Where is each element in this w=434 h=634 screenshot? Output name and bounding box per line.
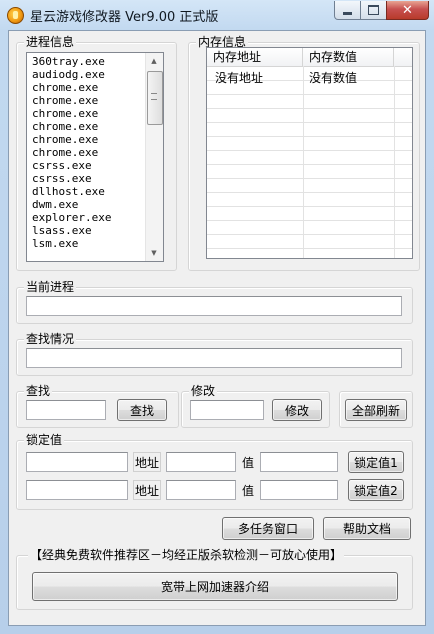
broadband-accelerator-button[interactable]: 宽带上网加速器介绍 [32,572,398,601]
column-header-value[interactable]: 内存数值 [303,48,394,66]
process-list-item[interactable]: dllhost.exe [32,185,105,198]
lock2-value-field[interactable] [260,480,338,500]
minimize-button[interactable] [334,1,361,20]
column-divider [394,66,395,258]
process-info-label: 进程信息 [24,35,77,49]
scroll-up-arrow-icon[interactable]: ▲ [146,53,162,69]
search-button[interactable]: 查找 [117,399,167,421]
lock1-value-field[interactable] [260,452,338,472]
refresh-all-button[interactable]: 全部刷新 [345,399,407,421]
lock1-address-field[interactable] [166,452,236,472]
search-status-label: 查找情况 [24,332,77,346]
process-list-item[interactable]: audiodg.exe [32,68,105,81]
memory-listview[interactable]: 内存地址 内存数值 没有地址 没有数值 [206,47,413,259]
lock1-value-label: 值 [240,452,256,472]
process-list-item[interactable]: csrss.exe [32,159,92,172]
process-list-item[interactable]: 360tray.exe [32,55,105,68]
process-list-item[interactable]: dwm.exe [32,198,78,211]
maximize-icon [368,5,379,15]
minimize-icon [343,11,352,15]
modify-input[interactable] [190,400,264,420]
process-list-item[interactable]: lsass.exe [32,224,92,237]
modify-button[interactable]: 修改 [272,399,322,421]
current-process-field[interactable] [26,296,402,316]
lock-value-2-button[interactable]: 锁定值2 [348,479,404,501]
process-list-scrollbar[interactable]: ▲ ▼ [145,53,163,261]
lock2-address-field[interactable] [166,480,236,500]
memory-row-value[interactable]: 没有数值 [309,69,357,86]
process-list-item[interactable]: chrome.exe [32,107,98,120]
memory-list-header: 内存地址 内存数值 [207,48,412,67]
help-document-button[interactable]: 帮助文档 [323,517,411,540]
recommend-label: 【经典免费软件推荐区－均经正版杀软检测－可放心使用】 [28,548,345,562]
maximize-button[interactable] [360,1,387,20]
lock2-value-label: 值 [240,480,256,500]
process-list-item[interactable]: chrome.exe [32,146,98,159]
search-label: 查找 [24,384,53,398]
scroll-thumb[interactable] [147,71,163,125]
window-title: 星云游戏修改器 Ver9.00 正式版 [30,10,219,25]
lock1-name-field[interactable] [26,452,128,472]
search-status-field[interactable] [26,348,402,368]
process-list-item[interactable]: explorer.exe [32,211,111,224]
process-list-item[interactable]: chrome.exe [32,133,98,146]
process-list-item[interactable]: lsm.exe [32,237,78,250]
column-divider [303,66,304,258]
multitask-window-button[interactable]: 多任务窗口 [222,517,314,540]
lock2-address-label: 地址 [133,480,161,500]
process-list-item[interactable]: chrome.exe [32,120,98,133]
title-bar[interactable]: 星云游戏修改器 Ver9.00 正式版 ✕ [0,0,434,30]
process-list-item[interactable]: csrss.exe [32,172,92,185]
process-listbox[interactable]: 360tray.exe audiodg.exe chrome.exe chrome.e… [26,52,164,262]
app-icon [7,7,24,24]
modify-label: 修改 [189,384,218,398]
process-list-item[interactable]: chrome.exe [32,81,98,94]
column-header-address[interactable]: 内存地址 [207,48,303,66]
lock2-name-field[interactable] [26,480,128,500]
scroll-down-arrow-icon[interactable]: ▼ [146,245,162,261]
search-input[interactable] [26,400,106,420]
process-list-item[interactable]: chrome.exe [32,94,98,107]
lock1-address-label: 地址 [133,452,161,472]
lock-value-1-button[interactable]: 锁定值1 [348,451,404,473]
close-icon: ✕ [402,2,413,18]
current-process-label: 当前进程 [24,280,77,294]
lock-values-label: 锁定值 [24,433,65,447]
memory-row-address[interactable]: 没有地址 [215,69,263,86]
close-button[interactable]: ✕ [386,1,429,20]
